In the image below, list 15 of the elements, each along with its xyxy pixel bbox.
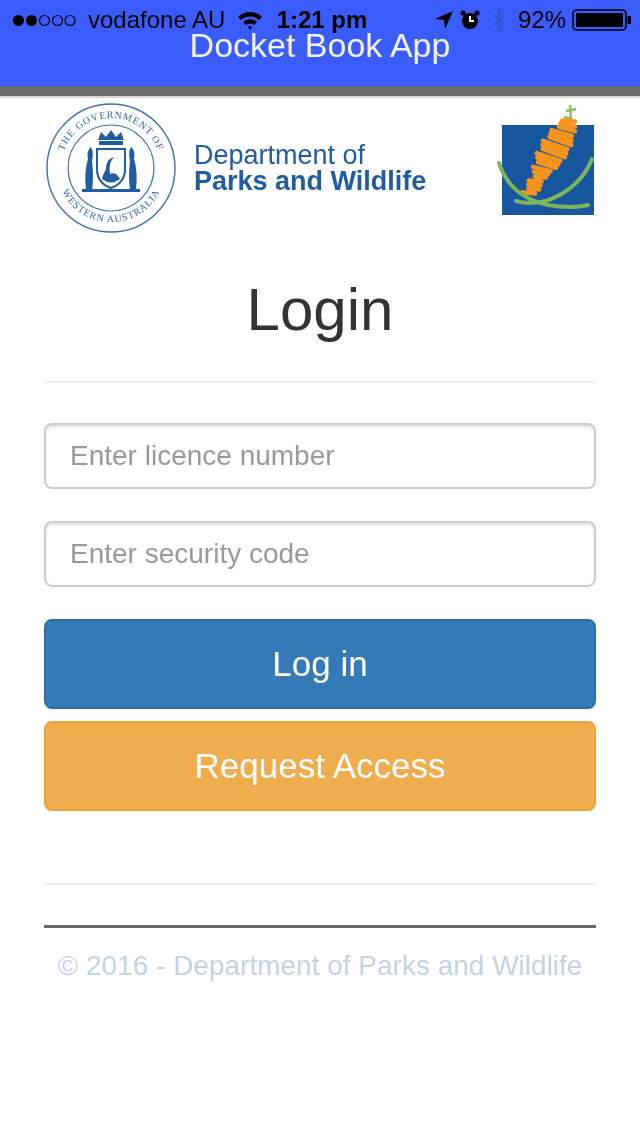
signal-icon (12, 13, 76, 27)
bluetooth-icon (491, 8, 506, 32)
battery-percent: 92% (517, 6, 566, 34)
login-heading: Login (245, 277, 395, 343)
copyright-text: © 2016 - Department of Parks and Wildlife (56, 949, 584, 983)
carrier-name: vodafone AU (88, 6, 226, 33)
text-field[interactable]: Enter security code (44, 521, 596, 587)
department-name: Department of (194, 142, 367, 168)
location-arrow-icon (433, 10, 454, 30)
clock-time: 1:21 pm (276, 6, 368, 33)
login-button[interactable]: Log in (44, 619, 596, 709)
text-field[interactable]: Enter licence number (44, 423, 596, 489)
wifi-icon (237, 10, 264, 30)
alarm-clock-icon (459, 10, 480, 30)
battery-icon (572, 9, 632, 31)
